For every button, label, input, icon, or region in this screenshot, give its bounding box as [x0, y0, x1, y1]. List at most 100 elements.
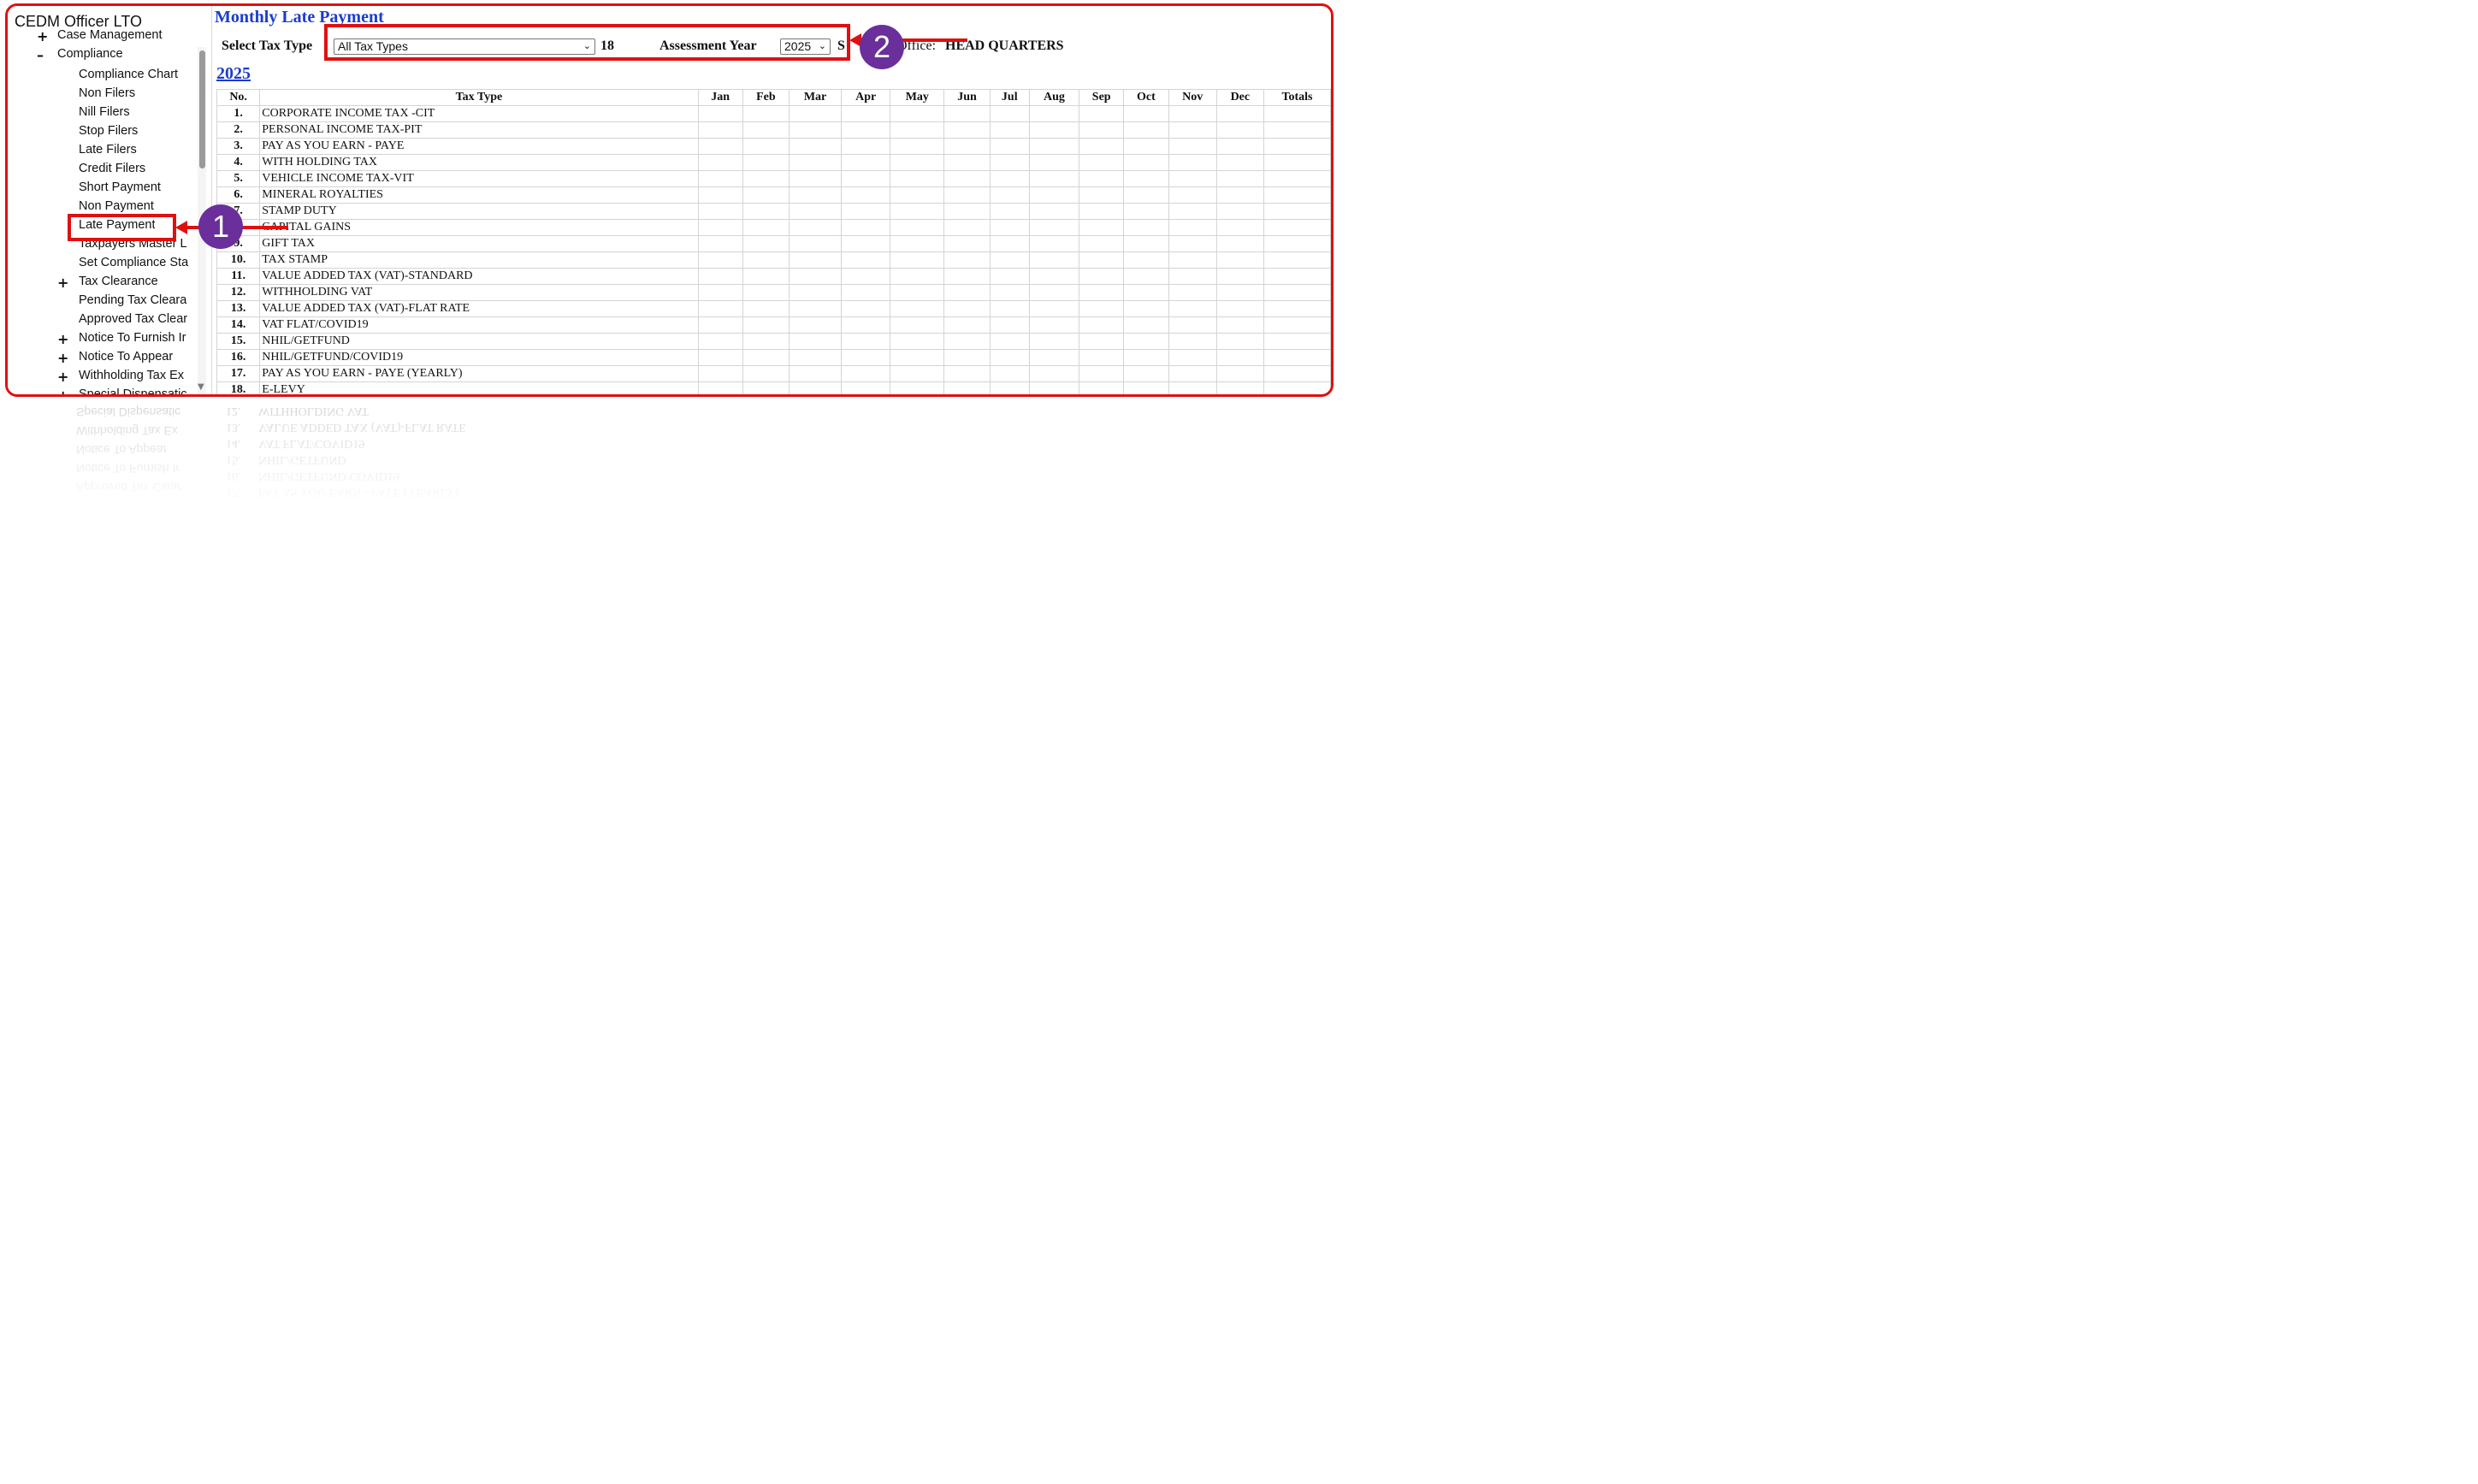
table-cell — [697, 219, 743, 236]
row-number: 10. — [216, 251, 261, 269]
table-cell — [1123, 349, 1169, 366]
sidebar-item-non-filers[interactable]: Non Filers — [79, 86, 135, 100]
table-cell — [1215, 105, 1264, 122]
sidebar-item-non-payment[interactable]: Non Payment — [79, 199, 154, 213]
table-row: 4. WITH HOLDING TAX — [216, 154, 1331, 171]
sidebar-item-compliance[interactable]: Compliance — [57, 47, 123, 61]
table-cell — [1123, 219, 1169, 236]
table-cell — [742, 203, 790, 220]
sidebar-item-short-payment[interactable]: Short Payment — [79, 180, 161, 194]
year-link[interactable]: 2025 — [216, 64, 251, 84]
table-cell — [1123, 381, 1169, 394]
table-cell — [1168, 203, 1217, 220]
table-cell — [1079, 219, 1125, 236]
reflection-row: 13. — [226, 421, 241, 434]
table-cell — [943, 349, 991, 366]
table-cell — [1263, 300, 1331, 317]
sidebar-item-late-filers[interactable]: Late Filers — [79, 143, 137, 157]
table-cell — [1263, 365, 1331, 382]
expand-icon[interactable]: + — [57, 275, 68, 291]
table-cell — [1028, 203, 1080, 220]
table-cell — [1028, 170, 1080, 187]
table-cell — [1168, 268, 1217, 285]
table-cell — [1123, 333, 1169, 350]
reflection-row-type: NHIL/GETFUND — [258, 453, 346, 466]
reflection-row-type: PAY AS YOU EARN - PAYE (YEARLY) — [258, 486, 459, 499]
sidebar-scroll-thumb[interactable] — [199, 50, 205, 169]
sidebar-item-notice-to-appear[interactable]: Notice To Appear — [79, 350, 173, 364]
expand-icon[interactable]: + — [57, 331, 68, 347]
table-cell — [1168, 381, 1217, 394]
table-cell — [1263, 251, 1331, 269]
scroll-down-icon[interactable]: ▼ — [198, 382, 204, 392]
reflection-row-type: VAT FLAT/COVID19 — [258, 437, 365, 450]
expand-icon[interactable]: + — [57, 350, 68, 366]
table-cell — [1263, 235, 1331, 252]
table-cell — [1079, 251, 1125, 269]
expand-icon[interactable]: + — [57, 369, 68, 385]
table-cell — [697, 186, 743, 204]
sidebar-item-tax-clearance[interactable]: Tax Clearance — [79, 275, 158, 288]
sidebar-item-special-dispensation[interactable]: Special Dispensatic — [79, 387, 194, 394]
table-cell — [1028, 251, 1080, 269]
table-cell — [788, 251, 843, 269]
table-cell — [989, 300, 1030, 317]
table-cell — [1123, 121, 1169, 139]
table-cell — [742, 154, 790, 171]
sidebar-item-set-compliance-status[interactable]: Set Compliance Sta — [79, 256, 194, 269]
sidebar-item-credit-filers[interactable]: Credit Filers — [79, 162, 145, 175]
row-tax-type: VALUE ADDED TAX (VAT)-STANDARD — [259, 268, 699, 285]
row-tax-type: NHIL/GETFUND/COVID19 — [259, 349, 699, 366]
table-cell — [943, 333, 991, 350]
table-cell — [1168, 365, 1217, 382]
expand-icon[interactable]: + — [57, 387, 68, 394]
table-cell — [841, 235, 891, 252]
table-cell — [943, 300, 991, 317]
table-cell — [1079, 105, 1125, 122]
table-cell — [1123, 235, 1169, 252]
table-cell — [1263, 316, 1331, 334]
collapse-icon[interactable]: – — [37, 47, 44, 63]
table-cell — [1215, 186, 1264, 204]
table-cell — [788, 316, 843, 334]
table-cell — [890, 268, 945, 285]
expand-icon[interactable]: + — [37, 28, 48, 44]
table-cell — [1123, 316, 1169, 334]
column-header-tax-type: Tax Type — [259, 89, 699, 106]
table-cell — [943, 235, 991, 252]
table-cell — [1123, 105, 1169, 122]
sidebar-item-stop-filers[interactable]: Stop Filers — [79, 124, 138, 138]
table-row: 17. PAY AS YOU EARN - PAYE (YEARLY) — [216, 365, 1331, 382]
table-cell — [989, 121, 1030, 139]
table-cell — [697, 333, 743, 350]
table-cell — [742, 235, 790, 252]
table-header-row: No. Tax Type Jan Feb Mar Apr May Jun Jul Aug Sep Oc… — [216, 89, 1331, 106]
reflection-row-type: NHIL/GETFUND/COVID19 — [258, 470, 399, 482]
table-cell — [1168, 219, 1217, 236]
sidebar-item-nill-filers[interactable]: Nill Filers — [79, 105, 130, 119]
row-tax-type: PAY AS YOU EARN - PAYE (YEARLY) — [259, 365, 699, 382]
table-cell — [697, 235, 743, 252]
sidebar-item-compliance-chart[interactable]: Compliance Chart — [79, 68, 178, 81]
table-cell — [841, 105, 891, 122]
table-cell — [697, 154, 743, 171]
row-tax-type: WITHHOLDING VAT — [259, 284, 699, 301]
sidebar-item-pending-tax-clearance[interactable]: Pending Tax Cleara — [79, 293, 194, 307]
sidebar-item-approved-tax-clearance[interactable]: Approved Tax Clear — [79, 312, 194, 326]
table-cell — [989, 105, 1030, 122]
table-cell — [697, 268, 743, 285]
table-cell — [788, 186, 843, 204]
sidebar-item-case-management[interactable]: Case Management — [57, 28, 163, 42]
table-cell — [1215, 121, 1264, 139]
table-row: 13. VALUE ADDED TAX (VAT)-FLAT RATE — [216, 300, 1331, 317]
table-cell — [943, 203, 991, 220]
table-cell — [1168, 105, 1217, 122]
sidebar-item-notice-to-furnish[interactable]: Notice To Furnish Ir — [79, 331, 194, 345]
table-cell — [788, 268, 843, 285]
table-cell — [1168, 121, 1217, 139]
table-cell — [742, 268, 790, 285]
table-cell — [943, 186, 991, 204]
app-window: CEDM Officer LTO + Case Management – Com… — [5, 3, 1334, 397]
table-cell — [943, 170, 991, 187]
sidebar-item-withholding-tax-exemption[interactable]: Withholding Tax Ex — [79, 369, 194, 382]
